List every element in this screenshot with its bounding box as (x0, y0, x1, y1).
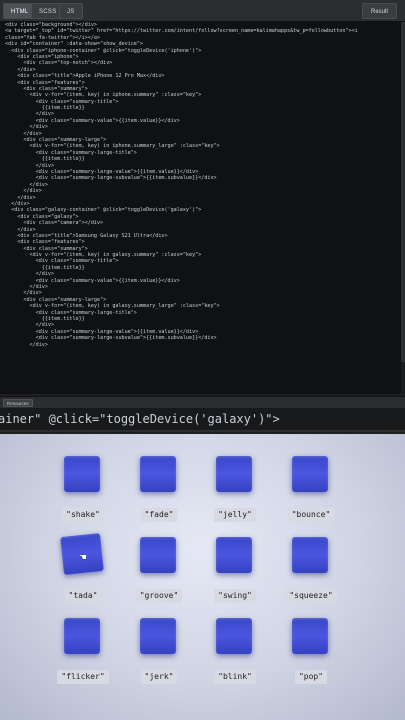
animation-item-tada[interactable]: ☚ "tada" (43, 525, 123, 605)
animation-item-groove[interactable]: "groove" (119, 525, 199, 605)
animation-square[interactable] (292, 618, 328, 654)
animation-square[interactable] (140, 456, 176, 492)
animation-label: "squeeze" (285, 589, 337, 603)
html-code-editor[interactable]: <div class="background"></div> <a target=… (0, 22, 405, 394)
animation-label: "groove" (135, 589, 183, 603)
animation-square[interactable] (140, 618, 176, 654)
animation-square[interactable] (216, 618, 252, 654)
animation-item-jelly[interactable]: "jelly" (195, 444, 275, 524)
animation-square[interactable] (140, 537, 176, 573)
animation-square[interactable] (216, 456, 252, 492)
animation-label: "swing" (214, 589, 256, 603)
animation-square[interactable] (64, 456, 100, 492)
animation-item-shake[interactable]: "shake" (43, 444, 123, 524)
animation-item-bounce[interactable]: "bounce" (271, 444, 351, 524)
code-lines: <div class="background"></div> <a target=… (0, 22, 405, 348)
zoomed-code-strip: ainer" @click="toggleDevice('galaxy')"> (0, 408, 405, 432)
animation-square[interactable] (292, 537, 328, 573)
resources-button[interactable]: Resources (3, 399, 33, 407)
animation-label: "bounce" (287, 508, 335, 522)
animation-label: "blink" (214, 670, 256, 684)
resources-bar: Resources (0, 396, 405, 408)
animation-item-squeeze[interactable]: "squeeze" (271, 525, 351, 605)
code-line: <a target="_top" id="twitter" href="http… (5, 28, 358, 35)
animation-square[interactable] (216, 537, 252, 573)
animation-square[interactable] (292, 456, 328, 492)
result-button[interactable]: Result (361, 3, 397, 19)
animation-label: "flicker" (57, 670, 109, 684)
animation-label: "jelly" (214, 508, 256, 522)
animation-label: "fade" (140, 508, 178, 522)
animation-item-jerk[interactable]: "jerk" (119, 606, 199, 686)
animation-square[interactable] (64, 618, 100, 654)
animation-item-flicker[interactable]: "flicker" (43, 606, 123, 686)
animation-label: "jerk" (140, 670, 178, 684)
editor-toolbar: HTML SCSS JS Result (0, 0, 405, 22)
animation-label: "tada" (64, 589, 102, 603)
animation-label: "pop" (294, 670, 328, 684)
hand-pointer-icon: ☚ (79, 553, 88, 563)
animation-item-fade[interactable]: "fade" (119, 444, 199, 524)
zoomed-code-text: ainer" @click="toggleDevice('galaxy')"> (0, 412, 280, 426)
code-line: </div> (5, 341, 48, 348)
animation-label: "shake" (62, 508, 104, 522)
animation-item-swing[interactable]: "swing" (195, 525, 275, 605)
tab-js[interactable]: JS (59, 3, 83, 19)
editor-scrollbar-thumb[interactable] (401, 22, 405, 362)
animation-item-blink[interactable]: "blink" (195, 606, 275, 686)
result-preview: "shake" "fade" "jelly" "bounce" ☚ "tada"… (0, 434, 405, 720)
animation-item-pop[interactable]: "pop" (271, 606, 351, 686)
